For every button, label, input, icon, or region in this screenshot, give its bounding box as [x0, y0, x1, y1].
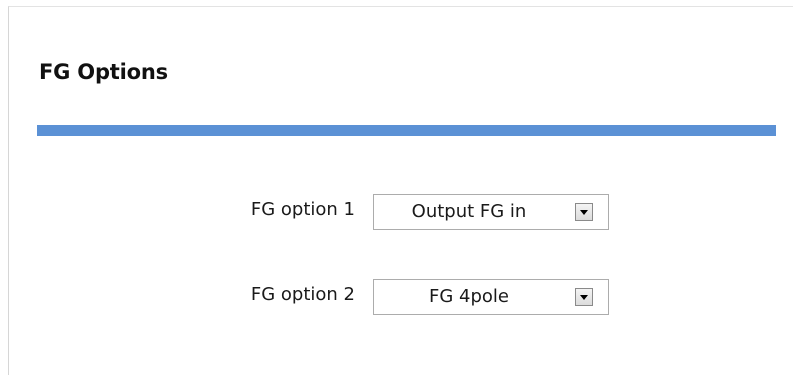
fg-option-1-select[interactable]: Output FG in: [373, 194, 609, 230]
fg-options-panel: FG Options FG option 1 Output FG in FG o…: [8, 6, 793, 375]
section-title: FG Options: [39, 60, 168, 84]
fg-option-1-value: Output FG in: [411, 201, 527, 222]
chevron-down-icon[interactable]: [575, 288, 593, 306]
fg-option-1-row: FG option 1 Output FG in: [9, 194, 793, 230]
chevron-down-icon[interactable]: [575, 203, 593, 221]
fg-option-2-value: FG 4pole: [429, 286, 509, 307]
fg-option-1-label: FG option 1: [250, 199, 355, 220]
fg-option-2-select[interactable]: FG 4pole: [373, 279, 609, 315]
fg-option-2-row: FG option 2 FG 4pole: [9, 279, 793, 315]
fg-option-2-label: FG option 2: [250, 284, 355, 305]
section-divider: [37, 125, 776, 136]
